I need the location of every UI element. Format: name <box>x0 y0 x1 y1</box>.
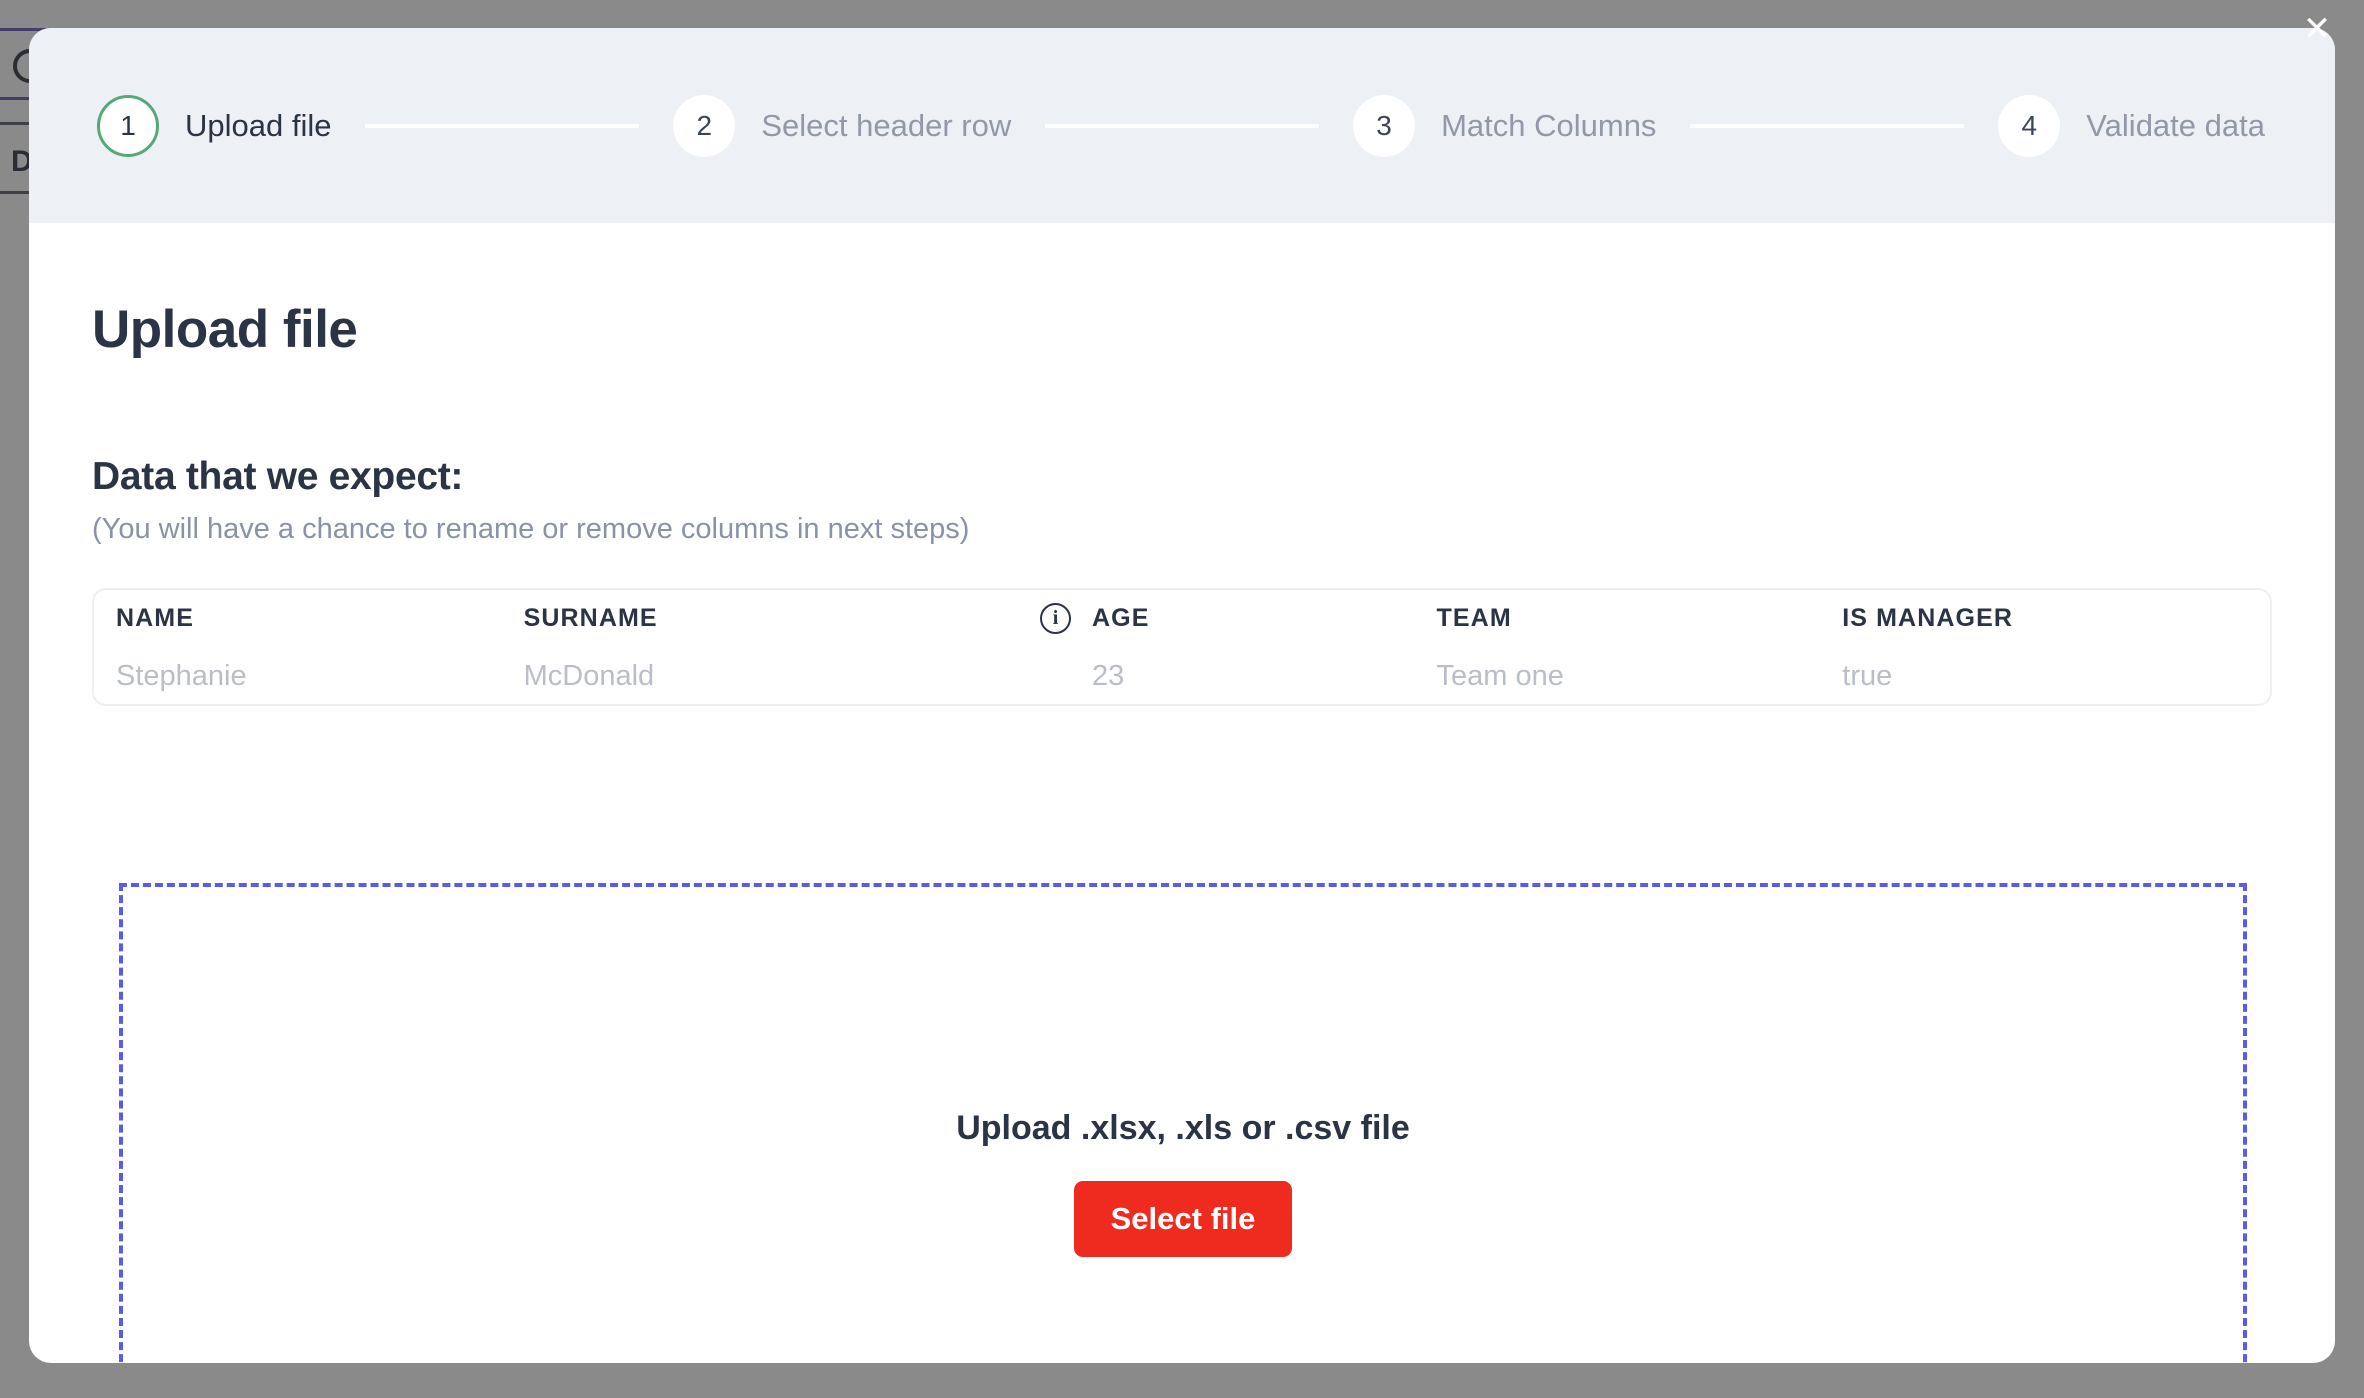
table-cell-age: i 23 <box>1092 659 1125 692</box>
step-validate-data[interactable]: 4 Validate data <box>1998 94 2265 157</box>
step-match-columns[interactable]: 3 Match Columns <box>1353 94 1657 157</box>
expected-data-note: (You will have a chance to rename or rem… <box>92 513 970 545</box>
step-1-number: 1 <box>97 94 159 157</box>
table-header-cell-team: TEAM <box>1437 604 1843 633</box>
file-dropzone[interactable]: Upload .xlsx, .xls or .csv file Select f… <box>119 883 2247 1363</box>
step-select-header-row[interactable]: 2 Select header row <box>673 94 1012 157</box>
step-connector-2 <box>1045 123 1320 128</box>
step-2-number: 2 <box>673 94 736 157</box>
table-header-cell-age: i AGE <box>1040 602 1437 634</box>
table-row: Stephanie McDonald i 23 Team one true <box>94 646 2270 704</box>
column-label-is-manager: IS MANAGER <box>1842 603 2013 632</box>
expected-data-table: NAME SURNAME i AGE TEAM IS MANAGER Steph… <box>92 588 2272 706</box>
modal-body: Upload file Data that we expect: (You wi… <box>29 223 2335 1363</box>
step-1-label: Upload file <box>185 107 332 143</box>
table-header-cell-name: NAME <box>116 604 524 633</box>
step-connector-1 <box>365 123 640 128</box>
column-label-surname: SURNAME <box>523 603 658 632</box>
stepper: 1 Upload file 2 Select header row 3 Matc… <box>29 28 2335 223</box>
upload-modal: 1 Upload file 2 Select header row 3 Matc… <box>29 28 2335 1363</box>
dropzone-prompt: Upload .xlsx, .xls or .csv file <box>956 1109 1410 1147</box>
table-cell-team: Team one <box>1436 659 1564 692</box>
step-4-number: 4 <box>1998 94 2061 157</box>
table-header-cell-is-manager: IS MANAGER <box>1842 604 2248 633</box>
table-cell-surname: McDonald <box>523 659 655 692</box>
step-3-label: Match Columns <box>1441 107 1657 143</box>
column-label-age: AGE <box>1092 603 1150 632</box>
table-header-cell-surname: SURNAME <box>524 604 1040 633</box>
table-cell-is-manager: true <box>1842 659 1893 692</box>
info-icon[interactable]: i <box>1040 602 1071 634</box>
step-4-label: Validate data <box>2086 107 2265 143</box>
page-title: Upload file <box>92 300 358 359</box>
step-2-label: Select header row <box>761 107 1012 143</box>
close-icon[interactable]: ✕ <box>2294 6 2340 52</box>
table-header-row: NAME SURNAME i AGE TEAM IS MANAGER <box>94 590 2270 646</box>
table-cell-name: Stephanie <box>116 659 247 692</box>
select-file-button[interactable]: Select file <box>1073 1181 1293 1257</box>
expected-data-heading: Data that we expect: <box>92 455 464 498</box>
step-upload-file[interactable]: 1 Upload file <box>97 94 332 157</box>
step-connector-3 <box>1690 123 1965 128</box>
column-label-name: NAME <box>116 603 195 632</box>
step-3-number: 3 <box>1353 94 1416 157</box>
column-label-team: TEAM <box>1436 603 1512 632</box>
